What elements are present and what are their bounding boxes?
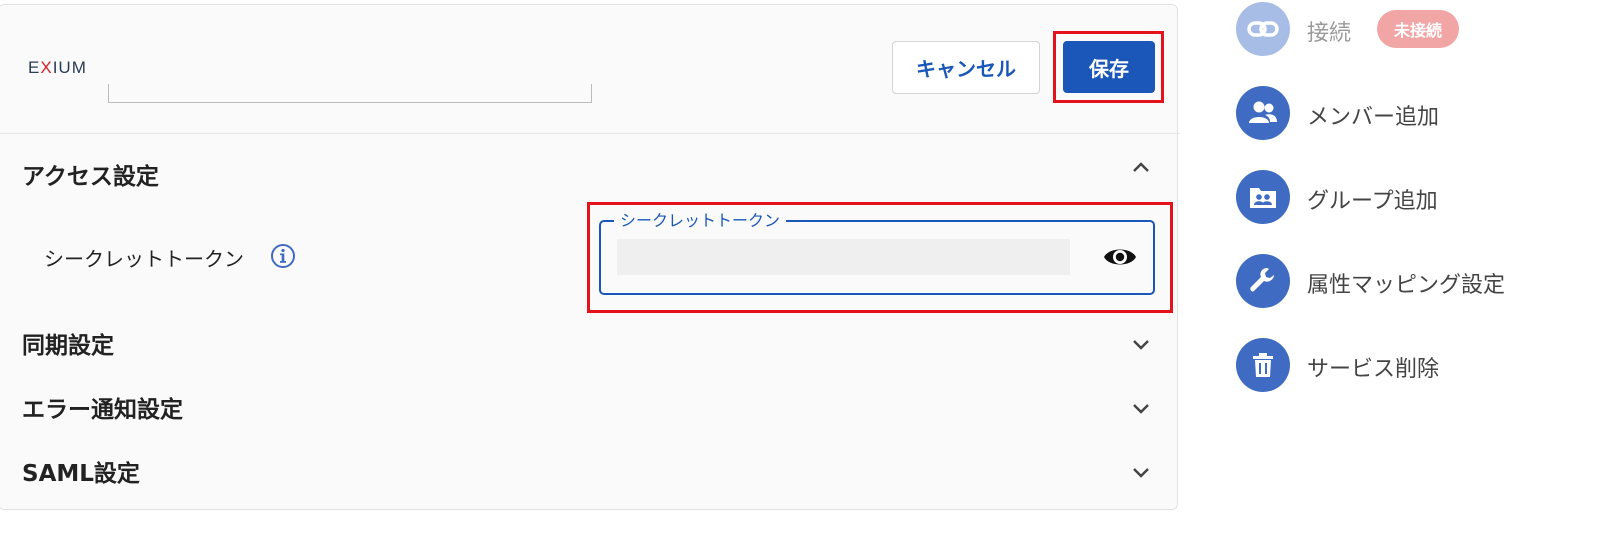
link-icon (1236, 2, 1290, 56)
save-button[interactable]: 保存 (1063, 41, 1155, 93)
sidebar-item-add-group[interactable]: グループ追加 (1236, 170, 1596, 226)
wrench-icon (1236, 254, 1290, 308)
section-error-notify-title[interactable]: エラー通知設定 (22, 390, 183, 424)
sidebar-item-label: メンバー追加 (1307, 105, 1440, 130)
eye-icon[interactable] (1103, 244, 1137, 270)
secret-token-input[interactable] (617, 239, 1070, 275)
status-badge: 未接続 (1377, 10, 1460, 48)
chevron-down-icon[interactable] (1131, 398, 1151, 418)
sidebar-item-label: サービス削除 (1307, 357, 1440, 382)
add-group-icon (1236, 170, 1290, 224)
secret-token-label: シークレットトークン (44, 247, 244, 271)
service-name-field[interactable] (108, 84, 592, 103)
section-saml-title[interactable]: SAML設定 (22, 454, 140, 488)
sidebar-item-attribute-mapping[interactable]: 属性マッピング設定 (1236, 254, 1596, 310)
chevron-up-icon[interactable] (1131, 158, 1151, 178)
info-icon[interactable] (270, 243, 296, 269)
sidebar-item-delete-service[interactable]: サービス削除 (1236, 338, 1596, 394)
sidebar-item-connect[interactable]: 接続 未接続 (1236, 2, 1596, 58)
cancel-button[interactable]: キャンセル (892, 41, 1040, 94)
sidebar-item-add-member[interactable]: メンバー追加 (1236, 86, 1596, 142)
sidebar-item-label: 属性マッピング設定 (1307, 273, 1506, 298)
section-sync-title[interactable]: 同期設定 (22, 326, 114, 360)
sidebar-item-label: グループ追加 (1307, 189, 1438, 214)
secret-token-field-label: シークレットトークン (614, 211, 787, 231)
exium-logo: EXIUM (28, 58, 87, 77)
sidebar-item-label: 接続 (1307, 21, 1352, 46)
header-divider (0, 133, 1180, 134)
add-member-icon (1236, 86, 1290, 140)
chevron-down-icon[interactable] (1131, 462, 1151, 482)
section-access-title[interactable]: アクセス設定 (22, 157, 159, 191)
chevron-down-icon[interactable] (1131, 334, 1151, 354)
trash-icon (1236, 338, 1290, 392)
